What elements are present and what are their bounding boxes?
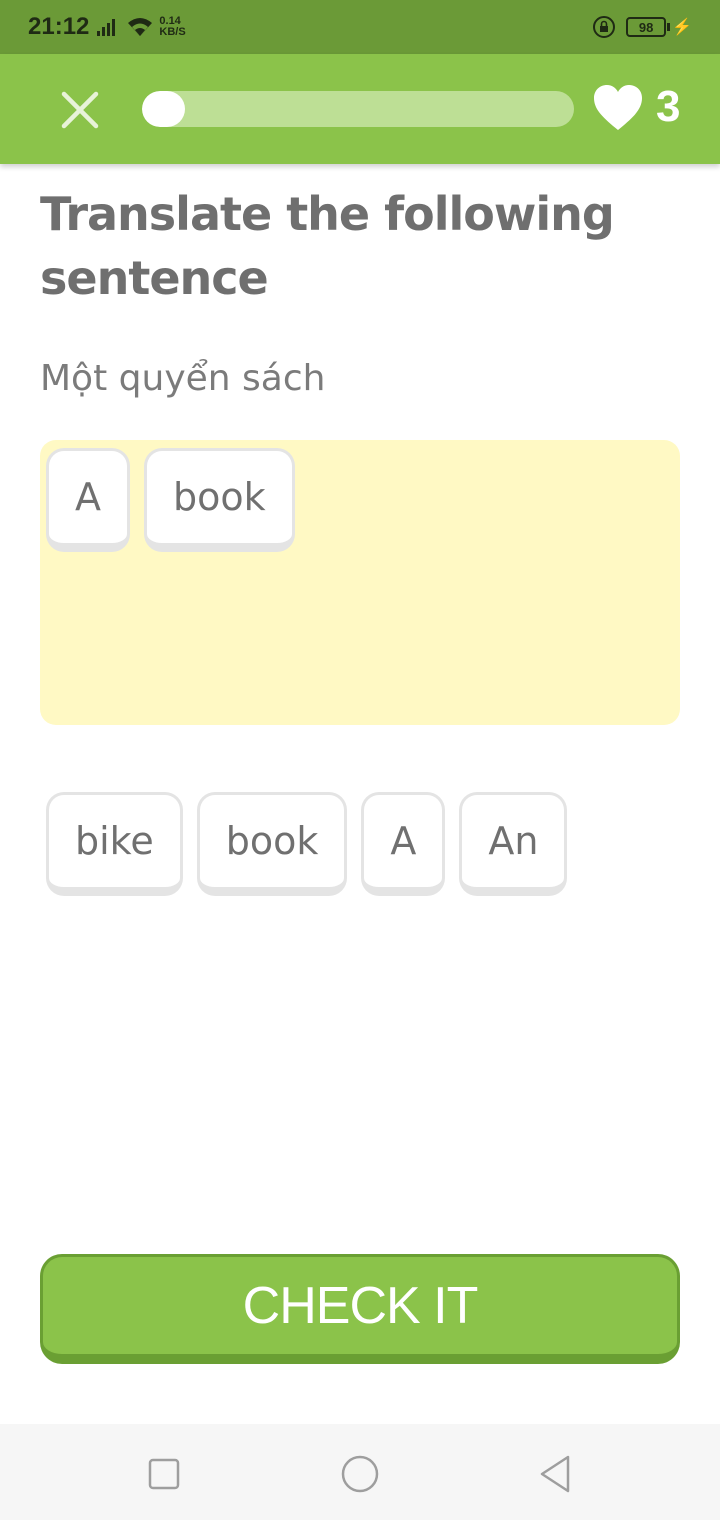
rotation-lock-icon [593, 16, 616, 38]
answer-tile[interactable]: book [144, 448, 295, 552]
charging-icon: ⚡ [672, 19, 692, 36]
network-speed: 0.14 KB/S [159, 16, 185, 38]
home-icon[interactable] [338, 1452, 382, 1496]
close-icon[interactable] [58, 88, 102, 132]
lesson-header: 3 [0, 54, 720, 164]
word-bank-tile[interactable]: A [361, 792, 446, 896]
check-button[interactable]: CHECK IT [40, 1254, 680, 1364]
network-speed-unit: KB/S [159, 26, 186, 38]
exercise-instruction: Translate the following sentence [40, 187, 615, 305]
back-icon[interactable] [534, 1452, 578, 1496]
lives-count: 3 [656, 82, 681, 131]
wifi-icon [128, 18, 153, 36]
status-bar: 21:12 0.14 KB/S 98 ⚡ [0, 0, 720, 54]
navigation-bar [0, 1424, 720, 1520]
signal-icon [97, 18, 119, 36]
source-sentence: Một quyển sách [40, 358, 326, 399]
word-bank-tile[interactable]: An [459, 792, 568, 896]
word-bank-tile[interactable]: bike [46, 792, 183, 896]
heart-icon [594, 85, 642, 130]
battery-level: 98 [626, 17, 667, 37]
battery-icon: 98 ⚡ [626, 17, 692, 37]
lesson-progress-fill [142, 91, 186, 127]
answer-area[interactable]: Abook [40, 440, 680, 725]
word-bank-tile[interactable]: book [196, 792, 348, 896]
status-time: 21:12 [28, 13, 90, 40]
word-bank: bike book A An [46, 792, 686, 896]
lesson-progress-bar [142, 91, 574, 127]
recent-apps-icon[interactable] [142, 1452, 186, 1496]
answer-tile[interactable]: A [46, 448, 130, 552]
